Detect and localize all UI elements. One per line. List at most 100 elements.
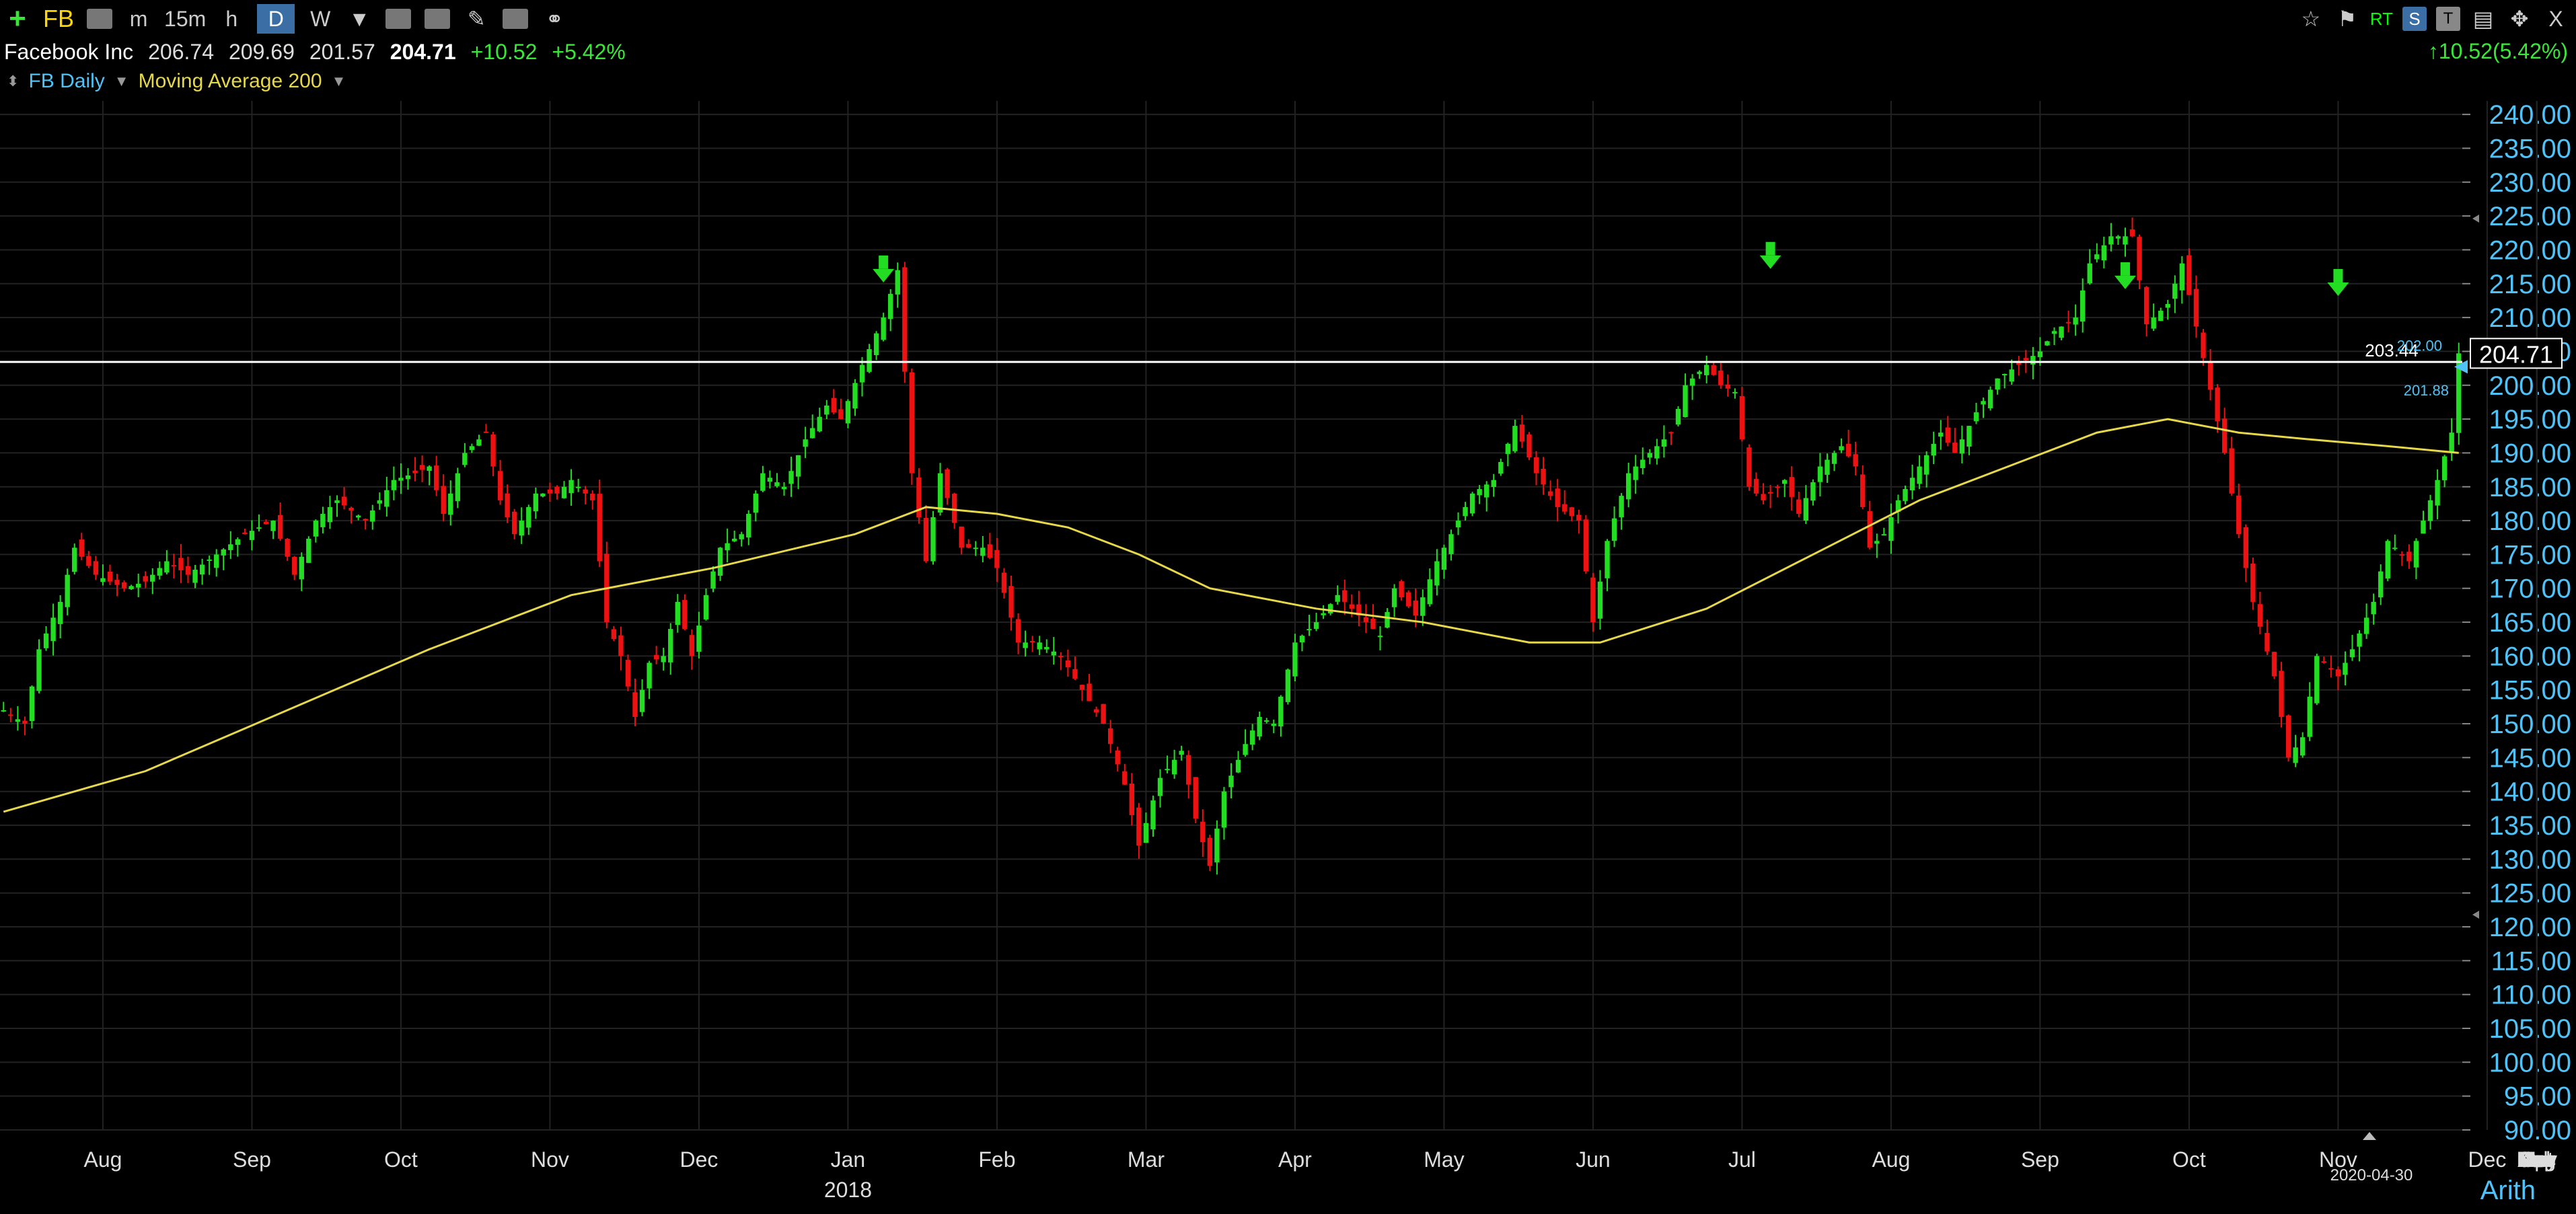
save-icon[interactable]: ▤ xyxy=(2470,4,2497,34)
candle-body xyxy=(1399,581,1404,598)
candle-body xyxy=(1597,581,1603,619)
candle-body xyxy=(817,416,822,432)
symbol-button[interactable]: FB xyxy=(43,4,74,34)
candle-body xyxy=(902,267,908,372)
flag-icon[interactable]: ⚑ xyxy=(2334,4,2361,34)
candle-body xyxy=(1987,389,1993,409)
candle-body xyxy=(1966,426,1972,447)
candle-body xyxy=(1973,412,1979,422)
candle-body xyxy=(1903,489,1908,501)
candle-body xyxy=(540,493,546,497)
candle-body xyxy=(455,473,461,502)
y-tick-label: 230.00 xyxy=(2489,168,2571,198)
candle-body xyxy=(1703,365,1709,375)
candle-body xyxy=(2279,671,2284,717)
x-tick-label: Jun xyxy=(1576,1147,1611,1172)
candle-body xyxy=(1782,480,1788,484)
candle-body xyxy=(1108,728,1113,745)
candle-body xyxy=(2243,527,2248,568)
candle-body xyxy=(1327,604,1333,614)
candle-body xyxy=(852,383,858,409)
close-icon[interactable]: X xyxy=(2542,4,2569,34)
candle-body xyxy=(1405,592,1411,607)
candle-body xyxy=(1037,642,1042,650)
candle-body xyxy=(774,482,780,486)
candle-body xyxy=(313,521,319,537)
candle-body xyxy=(490,434,496,467)
s-icon[interactable]: S xyxy=(2402,7,2427,31)
candle-body xyxy=(959,526,964,548)
scroll-marker-icon xyxy=(2472,215,2479,223)
candle-body xyxy=(1555,488,1560,507)
candle-body xyxy=(788,471,794,484)
candle-body xyxy=(1931,444,1936,456)
candle-body xyxy=(1796,499,1802,515)
y-tick-label: 225.00 xyxy=(2489,202,2571,231)
candle-body xyxy=(653,654,659,660)
candle-body xyxy=(228,544,233,550)
star-icon[interactable]: ☆ xyxy=(2297,4,2324,34)
bars-icon[interactable] xyxy=(385,4,412,34)
candle-body xyxy=(1810,482,1816,501)
candle-body xyxy=(2207,362,2213,390)
candle-body xyxy=(1775,486,1780,488)
interval-m[interactable]: m xyxy=(125,4,152,34)
company-name: Facebook Inc xyxy=(4,39,134,64)
candle-body xyxy=(2165,303,2170,308)
x-tick-label: Oct xyxy=(384,1147,418,1172)
candle-body xyxy=(1633,466,1638,480)
layers-icon[interactable] xyxy=(502,4,529,34)
interval-15m[interactable]: 15m xyxy=(164,4,206,34)
candle-body xyxy=(1087,683,1092,701)
down-arrow-icon xyxy=(2333,268,2343,282)
scale-mode-label[interactable]: Arith xyxy=(2480,1176,2536,1206)
candle-body xyxy=(1661,439,1667,447)
candle-body xyxy=(1484,484,1489,498)
x-tick-label: Sep xyxy=(2021,1147,2059,1172)
y-tick-label: 95.00 xyxy=(2504,1082,2571,1112)
pencil-icon[interactable]: ✎ xyxy=(463,4,490,34)
candle-body xyxy=(845,401,851,424)
candle-body xyxy=(2229,448,2234,494)
t-icon[interactable]: T xyxy=(2436,7,2460,31)
candle-body xyxy=(1981,401,1986,405)
candle-body xyxy=(682,600,688,630)
candle-body xyxy=(1186,755,1191,785)
candle-body xyxy=(93,561,99,575)
candle-body xyxy=(448,493,453,515)
dropdown-icon[interactable]: ▼ xyxy=(346,4,373,34)
add-symbol-icon[interactable]: + xyxy=(4,2,31,35)
candle-body xyxy=(1214,829,1220,863)
candle-body xyxy=(341,496,347,506)
chart-type-icon[interactable] xyxy=(86,4,113,34)
candle-body xyxy=(1015,619,1021,643)
candle-body xyxy=(838,409,844,420)
candle-body xyxy=(100,578,106,582)
candle-body xyxy=(2349,649,2355,658)
candle-body xyxy=(767,478,773,482)
x-tick-label: Jul xyxy=(1728,1147,1756,1172)
candle-body xyxy=(526,506,531,528)
candle-body xyxy=(462,453,468,465)
candle-body xyxy=(753,493,759,513)
candle-body xyxy=(1789,477,1794,497)
candle-body xyxy=(2299,737,2306,756)
move-icon[interactable]: ✥ xyxy=(2506,4,2533,34)
candle-body xyxy=(1122,771,1128,785)
interval-w[interactable]: W xyxy=(307,4,334,34)
candle-body xyxy=(831,397,837,413)
candle-body xyxy=(2193,289,2199,327)
candle-body xyxy=(2236,495,2242,535)
share-icon[interactable]: ⚭ xyxy=(541,4,568,34)
candle-body xyxy=(1171,759,1177,775)
y-tick-label: 195.00 xyxy=(2489,405,2571,434)
candle-body xyxy=(441,486,446,515)
x-tick-label: Mar xyxy=(1128,1147,1165,1172)
interval-d[interactable]: D xyxy=(257,4,295,34)
rt-label[interactable]: RT xyxy=(2370,9,2393,30)
candle-body xyxy=(2307,696,2312,737)
price-chart[interactable]: 240.00 235.00 230.00 225.00 220.00 215.00 210.… xyxy=(0,87,2576,1214)
interval-h[interactable]: h xyxy=(218,4,245,34)
candle-body xyxy=(135,584,141,588)
calculator-icon[interactable] xyxy=(424,4,451,34)
